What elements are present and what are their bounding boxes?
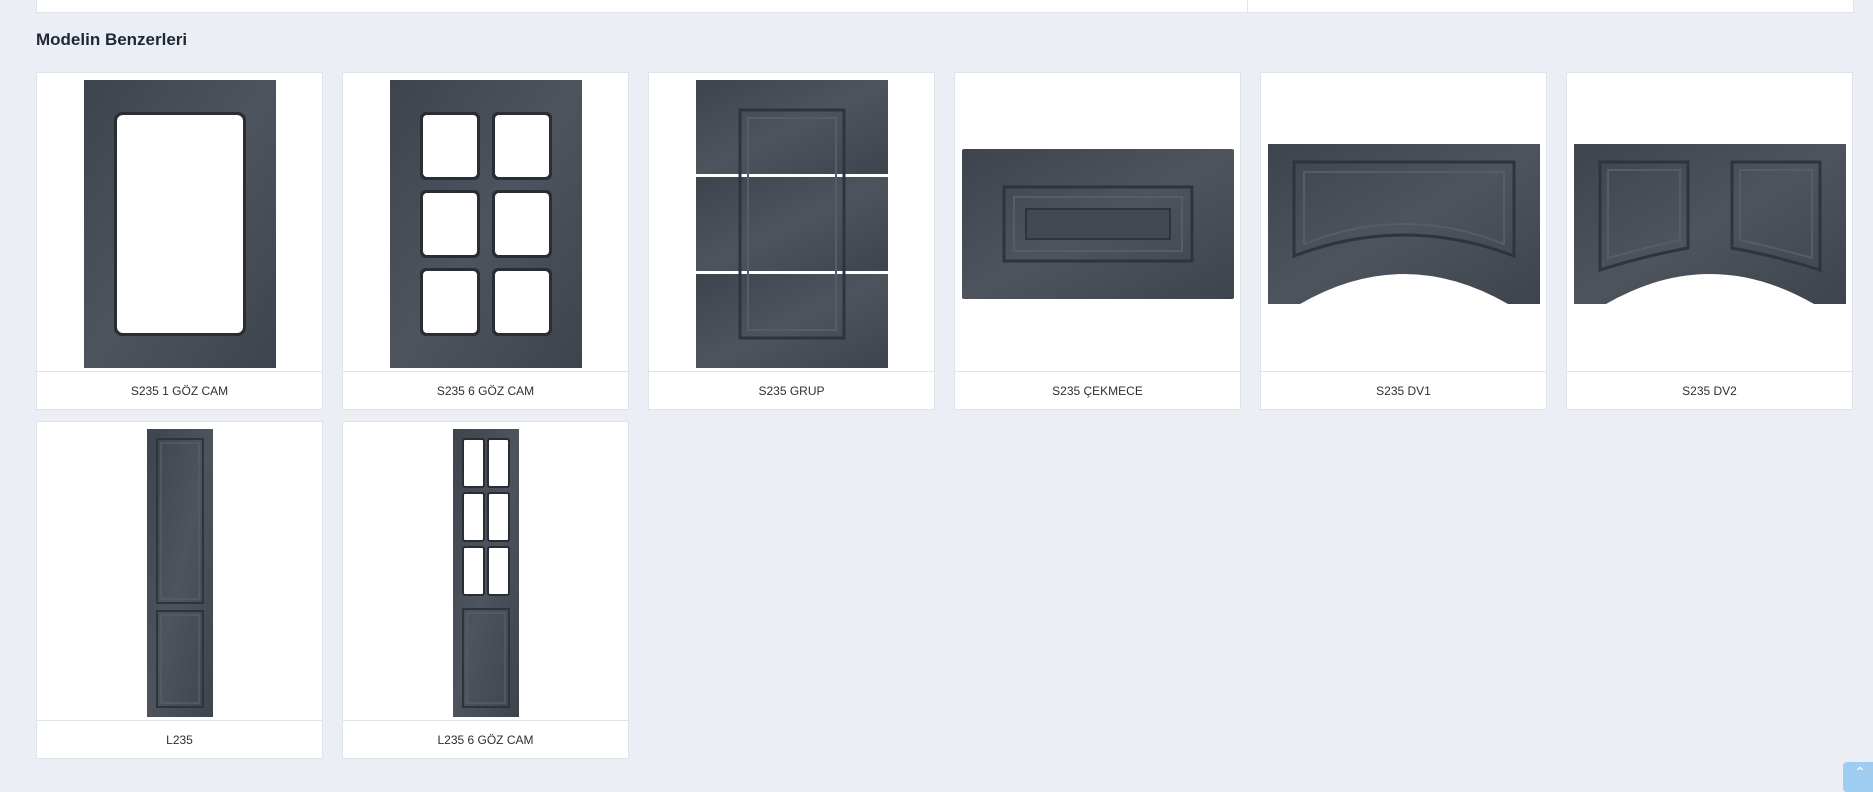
valance-arch-1-icon bbox=[1261, 73, 1546, 374]
door-group-icon bbox=[649, 73, 934, 374]
scroll-to-top-button[interactable]: ⌃ bbox=[1843, 762, 1873, 792]
product-card-s235-cekmece[interactable]: S235 ÇEKMECE bbox=[954, 72, 1241, 410]
product-name[interactable]: S235 1 GÖZ CAM bbox=[37, 371, 322, 409]
previous-section-panel bbox=[36, 0, 1854, 13]
product-card-s235-dv2[interactable]: S235 DV2 bbox=[1566, 72, 1853, 410]
drawer-front-icon bbox=[955, 73, 1240, 374]
product-name[interactable]: S235 DV2 bbox=[1567, 371, 1852, 409]
product-name[interactable]: S235 6 GÖZ CAM bbox=[343, 371, 628, 409]
product-name[interactable]: L235 6 GÖZ CAM bbox=[343, 720, 628, 758]
tall-door-icon bbox=[37, 422, 322, 723]
section-title: Modelin Benzerleri bbox=[36, 30, 188, 49]
product-card-l235-6-goz-cam[interactable]: L235 6 GÖZ CAM bbox=[342, 421, 629, 759]
panel-divider bbox=[1247, 0, 1248, 12]
product-card-l235[interactable]: L235 bbox=[36, 421, 323, 759]
chevron-up-icon: ⌃ bbox=[1854, 764, 1866, 780]
product-card-s235-1-goz-cam[interactable]: S235 1 GÖZ CAM bbox=[36, 72, 323, 410]
door-glass-1-icon bbox=[37, 73, 322, 374]
tall-door-glass-6-icon bbox=[343, 422, 628, 723]
product-name[interactable]: S235 GRUP bbox=[649, 371, 934, 409]
product-card-s235-6-goz-cam[interactable]: S235 6 GÖZ CAM bbox=[342, 72, 629, 410]
product-card-s235-grup[interactable]: S235 GRUP bbox=[648, 72, 935, 410]
door-glass-6-icon bbox=[343, 73, 628, 374]
product-card-s235-dv1[interactable]: S235 DV1 bbox=[1260, 72, 1547, 410]
product-name[interactable]: S235 ÇEKMECE bbox=[955, 371, 1240, 409]
product-name[interactable]: S235 DV1 bbox=[1261, 371, 1546, 409]
product-name[interactable]: L235 bbox=[37, 720, 322, 758]
valance-arch-2-icon bbox=[1567, 73, 1852, 374]
